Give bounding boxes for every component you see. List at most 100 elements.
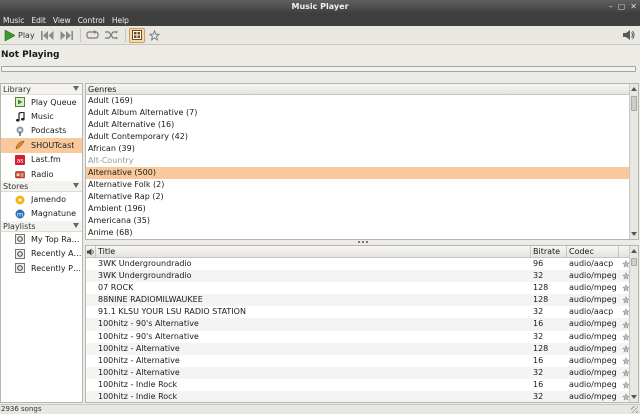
- table-row[interactable]: 3WK Undergroundradio 32 audio/mpeg: [86, 270, 638, 283]
- title-cell: 07 ROCK: [98, 283, 134, 293]
- scroll-down-arrow-icon[interactable]: [631, 232, 637, 236]
- sidebar-item-label: My Top Rated: [31, 234, 82, 244]
- volume-button[interactable]: [623, 29, 635, 43]
- codec-column-header[interactable]: Codec: [567, 246, 619, 257]
- table-row[interactable]: 100hitz - Indie Rock 16 audio/mpeg: [86, 379, 638, 391]
- table-row[interactable]: 100hitz - 90's Alternative 32 audio/mpeg: [86, 331, 638, 343]
- genre-row[interactable]: Ambient (196): [86, 203, 638, 215]
- playback-progress-bar[interactable]: [1, 66, 636, 72]
- next-button[interactable]: [58, 28, 75, 43]
- browse-button[interactable]: [128, 27, 145, 43]
- lastfm-icon: as: [15, 154, 25, 165]
- collapse-triangle-icon[interactable]: [73, 86, 79, 91]
- scroll-down-arrow-icon[interactable]: [631, 395, 637, 399]
- genre-row[interactable]: Adult Contemporary (42): [86, 131, 638, 143]
- bitrate-cell: 32: [533, 392, 544, 402]
- now-playing-cell: [86, 379, 96, 391]
- scroll-up-arrow-icon[interactable]: [631, 87, 637, 91]
- favorite-button[interactable]: [147, 28, 162, 43]
- play-button[interactable]: Play: [2, 28, 37, 43]
- table-row[interactable]: 91.1 KLSU YOUR LSU RADIO STATION 32 audio/…: [86, 306, 638, 318]
- repeat-button[interactable]: [84, 28, 101, 43]
- scroll-up-arrow-icon[interactable]: [631, 249, 637, 253]
- sidebar-item-label: Recently Ad...: [31, 249, 82, 259]
- sidebar-item-my-top-rated[interactable]: My Top Rated: [1, 232, 82, 246]
- menu-bar: Music Edit View Control Help: [0, 14, 640, 26]
- genres-column-header[interactable]: Genres: [86, 84, 638, 95]
- previous-button[interactable]: [39, 28, 56, 43]
- genre-row[interactable]: Alternative (500): [86, 167, 638, 179]
- now-playing-cell: [86, 258, 96, 270]
- sidebar-item-play-queue[interactable]: Play Queue: [1, 95, 82, 109]
- pane-splitter-handle[interactable]: [358, 241, 368, 244]
- sidebar-item-music[interactable]: Music: [1, 109, 82, 123]
- genre-row[interactable]: Adult Alternative (16): [86, 119, 638, 131]
- collapse-triangle-icon[interactable]: [73, 223, 79, 229]
- collapse-triangle-icon[interactable]: [73, 183, 79, 189]
- smart-playlist-icon: [15, 248, 25, 259]
- table-row[interactable]: 100hitz - Alternative 16 audio/mpeg: [86, 355, 638, 367]
- bitrate-cell: 16: [533, 355, 544, 365]
- station-list-scrollbar[interactable]: [629, 246, 638, 402]
- bitrate-cell: 128: [533, 343, 549, 353]
- maximize-icon[interactable]: ▢: [618, 2, 626, 11]
- table-row[interactable]: 100hitz - Indie Rock 32 audio/mpeg: [86, 391, 638, 402]
- resize-grip-icon[interactable]: [631, 406, 638, 413]
- sidebar-item-jamendo[interactable]: Jamendo: [1, 192, 82, 206]
- section-header-playlists[interactable]: Playlists: [1, 221, 82, 233]
- genre-row[interactable]: Anime (68): [86, 227, 638, 239]
- scrollbar-thumb[interactable]: [631, 258, 637, 266]
- genre-row[interactable]: African (39): [86, 143, 638, 155]
- sidebar-item-shoutcast[interactable]: SHOUTcast: [1, 138, 82, 153]
- codec-cell: audio/mpeg: [569, 355, 617, 365]
- sidebar-item-lastfm[interactable]: as Last.fm: [1, 153, 82, 167]
- menu-edit[interactable]: Edit: [31, 16, 46, 25]
- table-row[interactable]: 100hitz - Alternative 32 audio/mpeg: [86, 366, 638, 379]
- section-header-stores[interactable]: Stores: [1, 181, 82, 193]
- section-header-library[interactable]: Library: [1, 84, 82, 95]
- menu-view[interactable]: View: [53, 16, 71, 25]
- music-note-icon: [15, 111, 25, 122]
- now-playing-cell: [86, 343, 96, 355]
- genre-row[interactable]: Alt-Country: [86, 155, 638, 167]
- genre-row[interactable]: Adult (169): [86, 95, 638, 107]
- genre-row[interactable]: Alternative Folk (2): [86, 179, 638, 191]
- play-label: Play: [18, 30, 35, 40]
- previous-icon: [40, 30, 54, 40]
- menu-help[interactable]: Help: [112, 16, 129, 25]
- shuffle-button[interactable]: [103, 28, 120, 43]
- table-row[interactable]: 88NINE RADIOMILWAUKEE 128 audio/mpeg: [86, 294, 638, 307]
- menu-music[interactable]: Music: [3, 16, 24, 25]
- bitrate-cell: 32: [533, 271, 544, 281]
- genre-row[interactable]: Alternative Rap (2): [86, 191, 638, 203]
- table-row[interactable]: 100hitz - 90's Alternative 16 audio/mpeg: [86, 318, 638, 331]
- title-cell: 100hitz - Alternative: [98, 367, 180, 377]
- sidebar-item-podcasts[interactable]: Podcasts: [1, 124, 82, 138]
- genre-row[interactable]: Americana (35): [86, 215, 638, 227]
- sidebar-item-magnatune[interactable]: m Magnatune: [1, 207, 82, 221]
- bitrate-cell: 128: [533, 295, 549, 305]
- sidebar-item-label: Recently Pla...: [31, 263, 82, 273]
- sidebar-item-recently-played[interactable]: Recently Pla...: [1, 261, 82, 275]
- codec-cell: audio/mpeg: [569, 271, 617, 281]
- table-row[interactable]: 3WK Undergroundradio 96 audio/aacp: [86, 258, 638, 270]
- sidebar-item-recently-added[interactable]: Recently Ad...: [1, 247, 82, 261]
- menu-control[interactable]: Control: [78, 16, 105, 25]
- genre-row[interactable]: Adult Album Alternative (7): [86, 107, 638, 119]
- title-bar: Music Player – ▢ ✕: [0, 0, 640, 14]
- table-row[interactable]: 07 ROCK 128 audio/mpeg: [86, 282, 638, 294]
- now-playing-column-header[interactable]: [86, 246, 96, 257]
- scrollbar-thumb[interactable]: [631, 96, 637, 111]
- codec-cell: audio/mpeg: [569, 331, 617, 341]
- svg-text:as: as: [17, 157, 24, 164]
- codec-cell: audio/aacp: [569, 259, 614, 268]
- bitrate-cell: 16: [533, 379, 544, 389]
- close-icon[interactable]: ✕: [630, 2, 637, 11]
- bitrate-column-header[interactable]: Bitrate: [531, 246, 567, 257]
- minimize-icon[interactable]: –: [609, 2, 613, 11]
- sidebar-item-radio[interactable]: Radio: [1, 167, 82, 181]
- table-row[interactable]: 100hitz - Alternative 128 audio/mpeg: [86, 342, 638, 355]
- genres-scrollbar[interactable]: [629, 84, 638, 239]
- title-column-header[interactable]: Title: [96, 246, 531, 257]
- now-playing-cell: [86, 367, 96, 379]
